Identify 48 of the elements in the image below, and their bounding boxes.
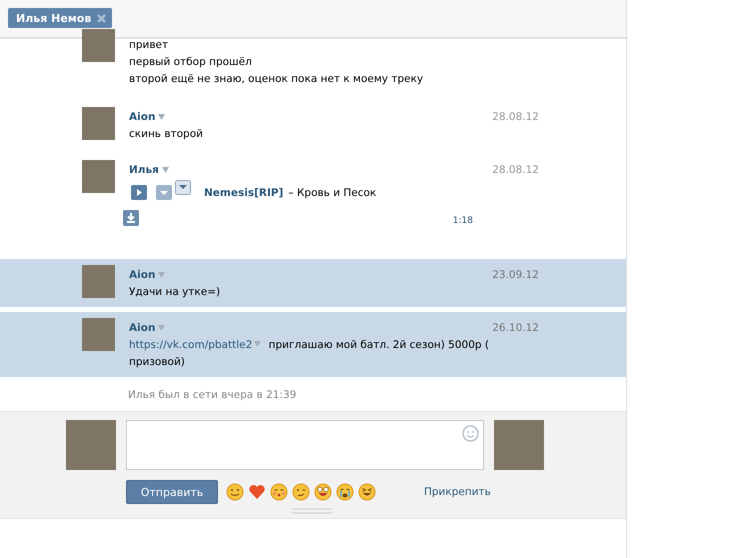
caret-icon[interactable] [158, 270, 166, 278]
message-date: 26.10.12 [492, 322, 539, 334]
message-row[interactable]: Илья 28.08.12 Nemesis[RIP] – Кровь и Песок 1:18 [0, 154, 626, 254]
caret-icon[interactable] [162, 166, 169, 174]
message-text: первый отбор прошёл [129, 55, 253, 70]
track-title: – Кровь и Песок [288, 186, 376, 198]
close-icon[interactable] [97, 14, 106, 22]
message-date: 28.08.12 [492, 110, 539, 122]
smiley-icon[interactable] [462, 425, 479, 442]
resize-handle-icon[interactable] [292, 508, 332, 514]
message-row[interactable]: привет первый отбор прошёл второй ещё не знаю, оценок пока нет к моему треку [0, 29, 626, 96]
message-row-highlighted[interactable]: Aion 23.09.12 Удачи на утке=) [0, 259, 626, 307]
kissing-face-icon[interactable] [270, 483, 288, 501]
author-name[interactable]: Aion [129, 322, 156, 334]
author-name[interactable]: Илья [129, 164, 159, 176]
track-duration: 1:18 [452, 216, 473, 226]
message-text: второй ещё не знаю, оценок пока нет к моему треку [129, 72, 424, 87]
dropdown-icon[interactable] [175, 180, 191, 195]
smiling-face-icon[interactable] [226, 483, 244, 501]
author-name[interactable]: Aion [129, 110, 156, 122]
add-icon[interactable] [156, 185, 172, 200]
send-button[interactable]: Отправить [126, 480, 218, 504]
message-row[interactable]: Aion 28.08.12 скинь второй [0, 101, 626, 149]
message-text: привет [129, 38, 170, 53]
caret-icon[interactable] [254, 340, 262, 348]
message-row-highlighted[interactable]: Aion 26.10.12 https://vk.com/pbattle2 приглашаю мой батл. 2й сезон) 5000р ( призовой) [0, 312, 626, 377]
message-text: Удачи на утке=) [129, 285, 222, 300]
message-text: https://vk.com/pbattle2 приглашаю мой батл. 2й сезон) 5000р ( призовой) [129, 338, 490, 370]
crying-face-icon[interactable] [336, 483, 354, 501]
recipient-tag[interactable]: Илья Немов [8, 8, 112, 28]
caret-icon[interactable] [158, 324, 166, 332]
play-icon[interactable] [131, 185, 147, 200]
online-status: Илья был в сети вчера в 21:39 [127, 388, 298, 403]
message-text: скинь второй [129, 127, 204, 142]
link[interactable]: https://vk.com/pbattle2 [129, 339, 252, 351]
grinning-face-icon[interactable] [314, 483, 332, 501]
winking-face-icon[interactable] [292, 483, 310, 501]
message-date: 28.08.12 [492, 164, 539, 176]
laughing-face-icon[interactable] [358, 483, 376, 501]
author-name[interactable]: Aion [129, 268, 156, 280]
recipient-name: Илья Немов [16, 12, 92, 24]
message-input-field[interactable] [126, 420, 484, 470]
heart-icon[interactable] [248, 483, 266, 501]
attach-link[interactable]: Прикрепить [424, 486, 491, 498]
track-artist[interactable]: Nemesis[RIP] [204, 186, 284, 198]
caret-icon[interactable] [158, 112, 166, 120]
message-date: 23.09.12 [492, 268, 539, 280]
download-icon[interactable] [123, 210, 139, 226]
